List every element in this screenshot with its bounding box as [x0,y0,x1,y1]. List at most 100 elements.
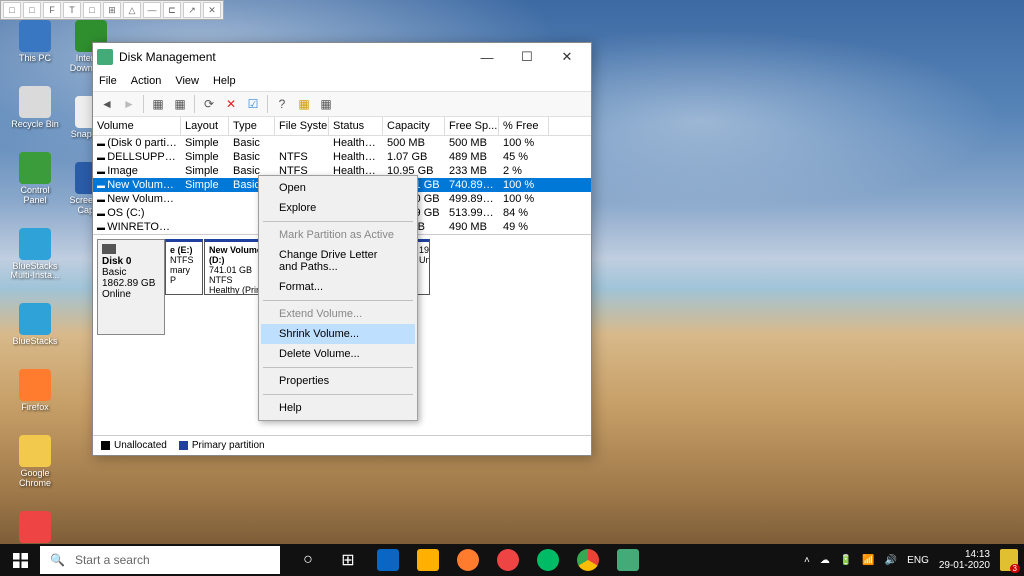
partition-block[interactable]: e (E:)NTFSmary P [165,239,203,295]
disk-type: Basic [102,267,160,278]
refresh-icon[interactable]: ⟳ [199,94,219,114]
taskview-icon[interactable]: ⊞ [328,544,368,576]
close-button[interactable]: ✕ [547,43,587,71]
mini-toolbar-button[interactable]: ⊏ [163,2,181,18]
context-menu-item[interactable]: Format... [261,277,415,297]
mini-toolbar-button[interactable]: ✕ [203,2,221,18]
toolbar-icon[interactable]: ▦ [148,94,168,114]
disk-icon [102,244,116,254]
app-icon [19,152,51,184]
context-menu-item[interactable]: Shrink Volume... [261,324,415,344]
column-header[interactable]: Status [329,117,383,135]
tray-battery-icon[interactable]: 🔋 [840,555,852,566]
app-icon [19,511,51,543]
mini-toolbar-button[interactable]: F [43,2,61,18]
desktop-icon[interactable]: BlueStacks [8,303,62,347]
column-header[interactable]: Capacity [383,117,445,135]
app-icon [19,86,51,118]
mini-toolbar-button[interactable]: □ [23,2,41,18]
column-header[interactable]: % Free [499,117,549,135]
taskbar-diskmgmt[interactable] [608,544,648,576]
desktop-icon[interactable]: Control Panel [8,152,62,206]
task-icons: ○ ⊞ [288,544,648,576]
icon-label: Firefox [21,403,49,413]
mini-toolbar-button[interactable]: ↗ [183,2,201,18]
desktop-icon[interactable]: Google Chrome [8,435,62,489]
toolbar-icon[interactable]: ▦ [294,94,314,114]
volume-row[interactable]: ▬ (Disk 0 partition 1)SimpleBasicHealthy… [93,136,591,150]
minimize-button[interactable]: — [467,43,507,71]
taskbar-app[interactable] [408,544,448,576]
column-header[interactable]: Layout [181,117,229,135]
context-menu-item[interactable]: Change Drive Letter and Paths... [261,245,415,277]
column-header[interactable]: Volume [93,117,181,135]
context-menu-item[interactable]: Open [261,178,415,198]
mini-toolbar-button[interactable]: □ [83,2,101,18]
tray-lang[interactable]: ENG [907,555,929,566]
app-icon [19,369,51,401]
disk-info-block[interactable]: Disk 0 Basic 1862.89 GB Online [97,239,165,335]
tray-cloud-icon[interactable]: ☁ [820,555,830,566]
notification-icon[interactable] [1000,549,1018,571]
menu-separator [263,394,413,395]
properties-icon[interactable]: ☑ [243,94,263,114]
icon-label: Control Panel [8,186,62,206]
taskbar-opera[interactable] [488,544,528,576]
menu-item[interactable]: Action [131,75,162,87]
taskbar-chrome[interactable] [568,544,608,576]
taskbar-edge[interactable] [528,544,568,576]
mini-toolbar-button[interactable]: — [143,2,161,18]
legend: Unallocated Primary partition [93,435,591,455]
help-icon[interactable]: ? [272,94,292,114]
tray-volume-icon[interactable]: 🔊 [885,555,897,566]
forward-button[interactable]: ► [119,94,139,114]
tray-wifi-icon[interactable]: 📶 [862,555,874,566]
context-menu-item[interactable]: Delete Volume... [261,344,415,364]
context-menu-item[interactable]: Properties [261,371,415,391]
cortana-icon[interactable]: ○ [288,544,328,576]
mini-toolbar-button[interactable]: △ [123,2,141,18]
column-header[interactable]: File System [275,117,329,135]
taskbar-firefox[interactable] [448,544,488,576]
menu-separator [263,221,413,222]
context-menu-item[interactable]: Explore [261,198,415,218]
context-menu-item[interactable]: Help [261,398,415,418]
desktop-icon[interactable]: Firefox [8,369,62,413]
back-button[interactable]: ◄ [97,94,117,114]
desktop-icon[interactable]: Recycle Bin [8,86,62,130]
icon-label: BlueStacks [12,337,57,347]
delete-icon[interactable]: ✕ [221,94,241,114]
icon-label: Recycle Bin [11,120,59,130]
desktop-icons-col1: This PC Recycle Bin Control Panel BlueStack… [8,20,62,565]
clock[interactable]: 14:13 29-01-2020 [939,549,990,571]
desktop-icon[interactable]: BlueStacks Multi-Insta... [8,228,62,282]
app-icon [19,228,51,260]
app-icon [19,435,51,467]
toolbar-icon[interactable]: ▦ [316,94,336,114]
mini-toolbar: □□FT□⊞△—⊏↗✕ [0,0,224,20]
tray-chevron-icon[interactable]: ˄ [804,555,810,566]
search-box[interactable]: 🔍 Start a search [40,546,280,574]
search-icon: 🔍 [50,553,65,567]
taskbar-app[interactable] [368,544,408,576]
mini-toolbar-button[interactable]: T [63,2,81,18]
volume-row[interactable]: ▬ DELLSUPPORTSimpleBasicNTFSHealthy (...… [93,150,591,164]
menu-item[interactable]: File [99,75,117,87]
maximize-button[interactable]: ☐ [507,43,547,71]
column-header[interactable]: Type [229,117,275,135]
desktop-icon[interactable]: This PC [8,20,62,64]
start-button[interactable] [0,544,40,576]
menu-item[interactable]: Help [213,75,236,87]
mini-toolbar-button[interactable]: □ [3,2,21,18]
menu-separator [263,300,413,301]
disk-size: 1862.89 GB [102,278,160,289]
column-header[interactable]: Free Sp... [445,117,499,135]
menu-item[interactable]: View [175,75,199,87]
titlebar[interactable]: Disk Management — ☐ ✕ [93,43,591,71]
menubar: File Action View Help [93,71,591,91]
toolbar-icon[interactable]: ▦ [170,94,190,114]
mini-toolbar-button[interactable]: ⊞ [103,2,121,18]
system-tray: ˄ ☁ 🔋 📶 🔊 ENG 14:13 29-01-2020 [804,549,1024,571]
disk-name: Disk 0 [102,256,160,267]
legend-primary: Primary partition [179,440,265,451]
